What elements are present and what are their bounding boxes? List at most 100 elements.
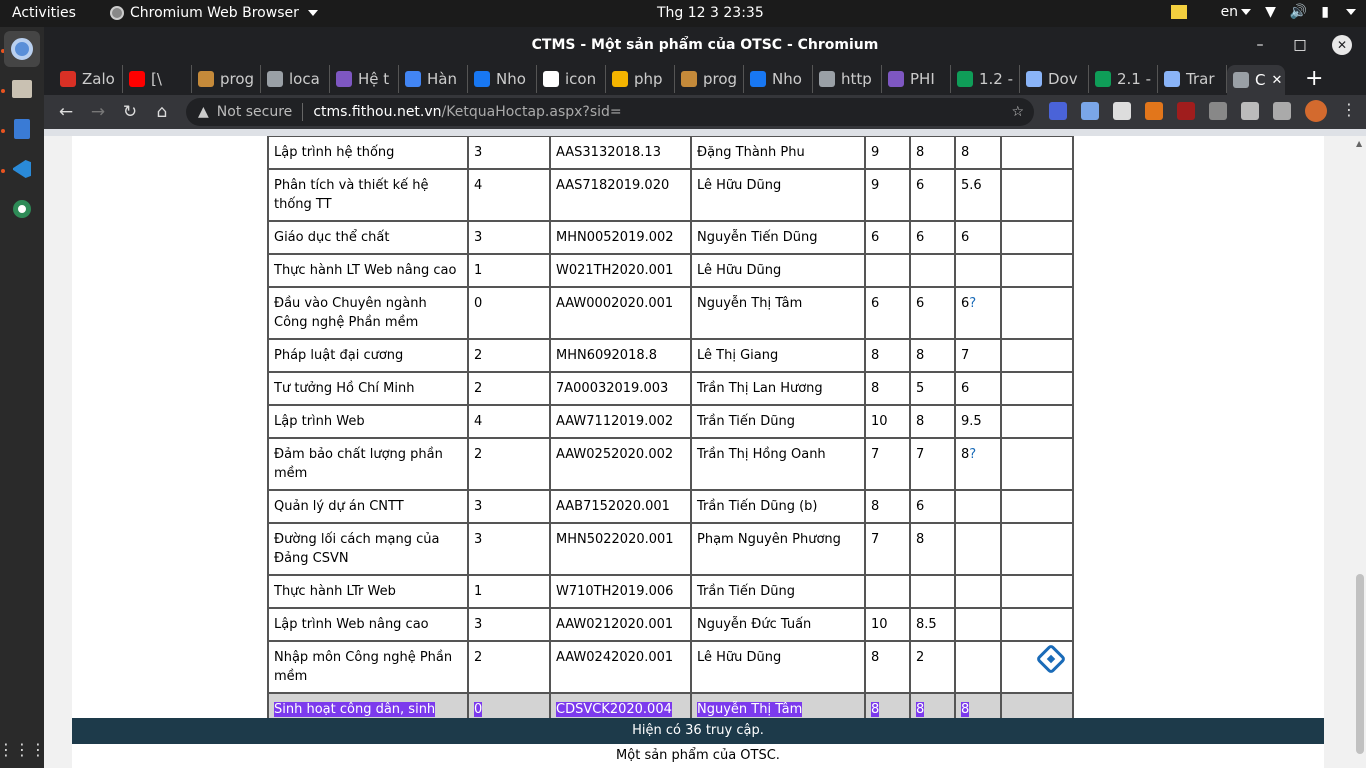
security-label[interactable]: Not secure <box>217 104 293 120</box>
tab-label[interactable]: Nho <box>772 70 802 88</box>
scrollbar-thumb[interactable] <box>1356 574 1364 754</box>
document-dock-icon[interactable] <box>4 111 40 147</box>
lecturer-cell-text: Trần Tiến Dũng <box>697 584 795 599</box>
tab-label[interactable]: loca <box>289 70 320 88</box>
language-indicator[interactable]: en <box>1221 4 1252 20</box>
credits-cell: 2 <box>467 371 551 406</box>
tab-label[interactable]: 2.1 - <box>1117 70 1151 88</box>
table-row[interactable]: Đường lối cách mạng của Đảng CSVN 3 MHN502… <box>267 522 1074 576</box>
activities-button[interactable]: Activities <box>12 5 76 21</box>
back-icon[interactable]: ← <box>50 102 82 122</box>
score-3-cell-text: 8 <box>961 702 970 717</box>
subject-cell: Quản lý dự án CNTT <box>267 489 469 524</box>
score-3-cell: 8? <box>954 437 1002 491</box>
credits-cell-text: 2 <box>474 381 483 396</box>
class-code-cell: AAW0242020.001 <box>549 640 692 694</box>
table-row[interactable]: Lập trình Web nâng cao 3 AAW0212020.001 Ngu… <box>267 607 1074 642</box>
notes-icon[interactable] <box>1170 5 1187 19</box>
class-code-cell: AAS3132018.13 <box>549 136 692 170</box>
media-queue-icon[interactable] <box>1273 102 1291 120</box>
mongodb-dock-icon[interactable] <box>4 191 40 227</box>
tab-label[interactable]: 1.2 - <box>979 70 1013 88</box>
maximize-icon[interactable]: □ <box>1292 27 1308 63</box>
forward-icon[interactable]: → <box>82 102 114 122</box>
clock[interactable]: Thg 12 3 23:35 <box>657 5 764 21</box>
reload-icon[interactable]: ↻ <box>114 102 146 122</box>
address-bar[interactable]: ▲ Not secure ctms.fithou.net.vn /KetquaH… <box>186 98 1034 126</box>
scrollbar[interactable]: ▲ <box>1354 136 1366 768</box>
score-detail-link[interactable]: ? <box>969 296 976 311</box>
score-2-cell-text: 8 <box>916 414 925 429</box>
minimize-icon[interactable]: – <box>1252 27 1268 63</box>
vscode-dock-icon[interactable] <box>4 151 40 187</box>
class-code-cell-text: AAW0002020.001 <box>556 296 674 311</box>
files-dock-icon[interactable] <box>4 71 40 107</box>
score-2-cell: 8 <box>909 404 956 439</box>
score-2-cell-text: 6 <box>916 499 925 514</box>
tab-label[interactable]: Dov <box>1048 70 1078 88</box>
score-detail-link[interactable]: ? <box>969 447 976 462</box>
credits-cell-text: 1 <box>474 263 483 278</box>
tab-favicon <box>888 71 904 87</box>
puzzle-icon[interactable] <box>1241 102 1259 120</box>
table-row[interactable]: Tư tưởng Hồ Chí Minh 2 7A00032019.003 Trần … <box>267 371 1074 406</box>
tab-close-icon[interactable]: ✕ <box>1271 73 1282 88</box>
table-row[interactable]: Thực hành LTr Web 1 W710TH2019.006 Trần Tiế… <box>267 574 1074 609</box>
tab-label[interactable]: icon <box>565 70 596 88</box>
table-row[interactable]: Giáo dục thể chất 3 MHN0052019.002 Nguyễn T… <box>267 220 1074 255</box>
metamask-icon[interactable] <box>1145 102 1163 120</box>
warning-icon[interactable]: ▲ <box>198 104 209 120</box>
bookmark-star-icon[interactable]: ☆ <box>1011 104 1024 120</box>
chromium-dock-icon[interactable] <box>4 31 40 67</box>
table-row[interactable]: Quản lý dự án CNTT 3 AAB7152020.001 Trần Ti… <box>267 489 1074 524</box>
ublock-icon[interactable] <box>1177 102 1195 120</box>
subject-cell-text: Quản lý dự án CNTT <box>274 499 404 514</box>
class-code-cell-text: AAS3132018.13 <box>556 145 661 160</box>
app-menu-label: Chromium Web Browser <box>130 5 299 21</box>
table-row[interactable]: Đảm bảo chất lượng phần mềm 2 AAW0252020.0… <box>267 437 1074 491</box>
translate-icon[interactable] <box>1049 102 1067 120</box>
tab-label[interactable]: php <box>634 70 663 88</box>
tab-label[interactable]: Hàn <box>427 70 457 88</box>
table-row[interactable]: Nhập môn Công nghệ Phần mềm 2 AAW0242020.0… <box>267 640 1074 694</box>
table-row[interactable]: Pháp luật đại cương 2 MHN6092018.8 Lê Thị G… <box>267 338 1074 373</box>
score-2-cell-text: 8 <box>916 348 925 363</box>
lecturer-cell: Trần Tiến Dũng (b) <box>690 489 866 524</box>
tab-favicon <box>474 71 490 87</box>
camera-icon[interactable] <box>1209 102 1227 120</box>
credits-cell: 2 <box>467 640 551 694</box>
tab-label[interactable]: prog <box>220 70 254 88</box>
home-icon[interactable]: ⌂ <box>146 102 178 122</box>
active-tab[interactable]: C ✕ <box>1227 65 1285 95</box>
credits-cell: 3 <box>467 489 551 524</box>
show-apps-icon[interactable]: ⋮⋮⋮ <box>0 731 46 767</box>
subject-cell-text: Giáo dục thể chất <box>274 230 390 245</box>
table-row[interactable]: Lập trình hệ thống 3 AAS3132018.13 Đặng Thà… <box>267 136 1074 170</box>
tab-label[interactable]: Zalo <box>82 70 115 88</box>
table-row[interactable]: Đầu vào Chuyên ngành Công nghệ Phần mềm 0… <box>267 286 1074 340</box>
extension-w-icon[interactable] <box>1113 102 1131 120</box>
close-icon[interactable]: ✕ <box>1332 35 1352 55</box>
subject-cell-text: Thực hành LTr Web <box>274 584 396 599</box>
table-row[interactable]: Thực hành LT Web nâng cao 1 W021TH2020.001… <box>267 253 1074 288</box>
class-code-cell: AAS7182019.020 <box>549 168 692 222</box>
app-menu[interactable]: Chromium Web Browser <box>110 5 318 21</box>
tab-label[interactable]: Trar <box>1186 70 1214 88</box>
score-1-cell: 8 <box>864 640 911 694</box>
table-row[interactable]: Lập trình Web 4 AAW7112019.002 Trần Tiến Dũ… <box>267 404 1074 439</box>
edit-icon[interactable] <box>1035 643 1067 675</box>
tab-label[interactable]: PHI <box>910 70 935 88</box>
system-tray[interactable]: en ▼ 🔊 ▮ <box>1170 4 1356 20</box>
table-row[interactable]: Phân tích và thiết kế hệ thống TT 4 AAS718… <box>267 168 1074 222</box>
eyedropper-icon[interactable] <box>1081 102 1099 120</box>
avatar[interactable] <box>1305 100 1327 122</box>
tab-label[interactable]: Nho <box>496 70 526 88</box>
menu-icon[interactable]: ⋮ <box>1341 100 1357 119</box>
tab-label[interactable]: Hệ t <box>358 70 389 88</box>
tab-label[interactable]: http <box>841 70 872 88</box>
scroll-up-icon[interactable]: ▲ <box>1356 139 1362 148</box>
lecturer-cell: Lê Hữu Dũng <box>690 168 866 222</box>
tab-label[interactable]: [\ <box>151 70 162 88</box>
tab-label[interactable]: prog <box>703 70 737 88</box>
new-tab-button[interactable]: + <box>1305 66 1323 91</box>
